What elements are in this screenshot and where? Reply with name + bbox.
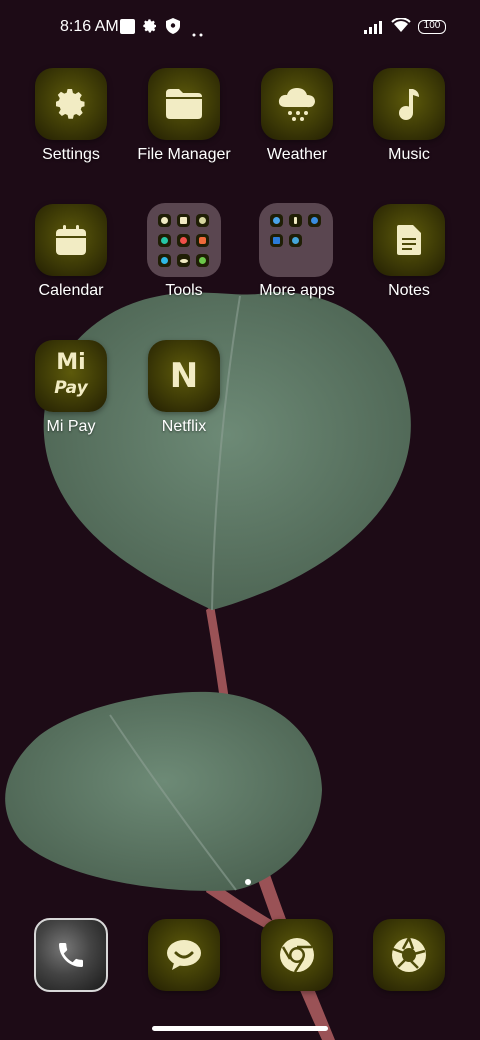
game-mini-icon [196,254,209,267]
mi-pay-logo-mi: Mi [56,350,86,375]
square-icon [120,19,135,34]
cleaner-mini-icon [158,234,171,247]
app-notes[interactable] [373,204,445,276]
app-label: Music [388,146,430,163]
app-label: Notes [388,282,430,299]
scanner-mini-icon [158,254,171,267]
screen-recorder-mini-icon [196,234,209,247]
notes-icon [397,225,421,255]
folder-more-apps[interactable] [259,203,333,277]
music-note-icon [399,89,419,120]
facebook-mini-icon [289,214,302,227]
app-mini-icon [270,214,283,227]
dock-messaging[interactable] [148,919,220,991]
battery-icon: 100 [418,20,446,34]
battery-level: 100 [423,20,441,31]
recorder-mini-icon [177,234,190,247]
folder-label: More apps [259,282,335,299]
app-settings[interactable] [35,68,107,140]
calendar-icon [56,225,86,255]
gear-icon [142,18,158,39]
dock-browser[interactable] [261,919,333,991]
linkedin-mini-icon [270,234,283,247]
app-calendar[interactable] [35,204,107,276]
mi-pay-icon: Mi Pay [35,340,107,412]
camera-shutter-icon [392,937,426,972]
page-indicator [245,879,251,885]
app-label: Weather [266,146,328,163]
app-mini-icon [289,234,302,247]
grid-mini-icon [177,214,190,227]
shield-icon [166,18,180,39]
phone-icon [59,943,83,967]
app-mini-icon [308,214,321,227]
dock-camera[interactable] [373,919,445,991]
more-dots-icon [192,24,204,42]
app-label: Netflix [161,418,207,435]
app-mi-pay[interactable]: Mi Pay [35,340,107,412]
app-label: Settings [42,146,100,163]
app-label: Calendar [38,282,104,299]
app-music[interactable] [373,68,445,140]
signal-icon [364,20,386,39]
folder-icon [166,89,202,119]
dock-phone[interactable] [34,918,108,992]
app-netflix[interactable]: N [148,340,220,412]
app-label: File Manager [137,146,231,163]
contacts-mini-icon [158,214,171,227]
chrome-icon [280,938,314,973]
status-bar: 8:16 AM 100 [0,0,480,56]
clock: 8:16 AM [60,18,119,35]
app-weather[interactable] [261,68,333,140]
home-indicator[interactable] [152,1026,328,1031]
app-label: Mi Pay [46,418,96,435]
gear-icon [56,89,85,119]
mi-remote-mini-icon [177,254,190,267]
weather-cloud-icon [278,88,315,121]
mi-pay-logo-pay: Pay [54,378,88,398]
wifi-icon [391,17,411,39]
folder-tools[interactable] [147,203,221,277]
app-file-manager[interactable] [148,68,220,140]
compass-mini-icon [196,214,209,227]
folder-label: Tools [165,282,203,299]
chat-bubble-icon [167,940,201,970]
netflix-icon: N [169,356,199,396]
